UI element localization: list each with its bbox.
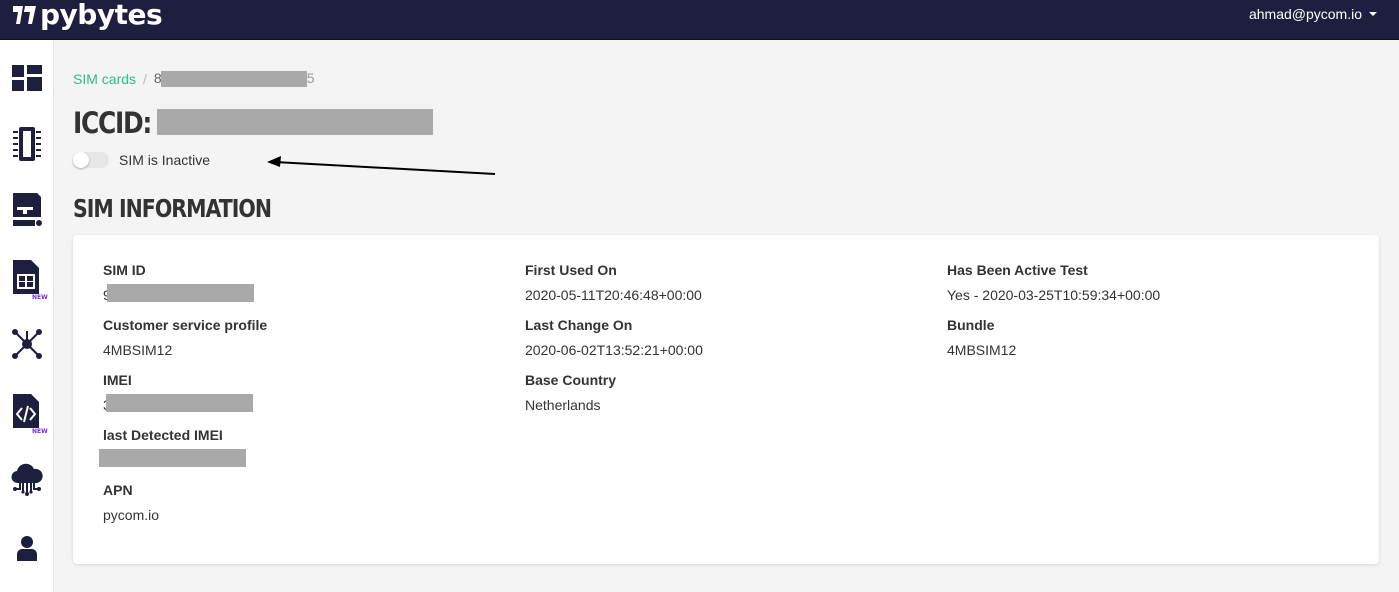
user-email: ahmad@pycom.io xyxy=(1248,6,1362,22)
field-value-last-change-on: 2020-06-02T13:52:21+00:00 xyxy=(525,342,703,358)
annotation-arrow xyxy=(267,156,496,175)
field-value-has-been-active-test: Yes - 2020-03-25T10:59:34+00:00 xyxy=(947,287,1161,303)
sidebar-item-cloud[interactable] xyxy=(0,452,54,508)
breadcrumb-current-suffix: 5 xyxy=(306,70,315,86)
field-label-base-country: Base Country xyxy=(525,372,617,388)
sidebar-item-projects[interactable] xyxy=(0,182,54,238)
sidebar-item-code[interactable]: NEW xyxy=(0,384,54,440)
breadcrumb-current: 85 xyxy=(154,70,315,87)
field-value-last-detected-imei xyxy=(99,449,267,481)
info-column-1: SIM ID 9 Customer service profile 4MBSIM… xyxy=(99,261,268,536)
top-navbar: pybytes ahmad@pycom.io xyxy=(0,0,1399,40)
sim-status-row: SIM is Inactive xyxy=(73,152,210,168)
field-value-bundle: 4MBSIM12 xyxy=(947,342,1017,358)
info-column-3: Has Been Active Test Yes - 2020-03-25T10… xyxy=(947,261,1160,371)
toggle-knob xyxy=(73,152,89,168)
redacted-block xyxy=(157,109,433,135)
sidebar-item-integrations[interactable] xyxy=(0,316,54,372)
section-title: SIM INFORMATION xyxy=(73,194,272,223)
info-column-2: First Used On 2020-05-11T20:46:48+00:00 … xyxy=(525,261,703,426)
new-badge: NEW xyxy=(32,294,48,301)
pybytes-logo[interactable]: pybytes xyxy=(12,0,163,31)
field-label-sim-id: SIM ID xyxy=(103,262,146,278)
field-value-sim-id: 9 xyxy=(103,284,267,316)
cloud-network-icon xyxy=(11,463,43,496)
field-value-base-country: Netherlands xyxy=(525,397,601,413)
field-label-apn: APN xyxy=(103,482,133,498)
sim-active-toggle[interactable] xyxy=(73,152,109,168)
sidebar-item-dashboard[interactable] xyxy=(0,50,54,106)
breadcrumb: SIM cards / 85 xyxy=(73,70,315,87)
sidebar: NEW NEW xyxy=(0,40,54,592)
field-value-first-used-on: 2020-05-11T20:46:48+00:00 xyxy=(525,287,702,303)
breadcrumb-sim-cards-link[interactable]: SIM cards xyxy=(73,71,136,87)
user-menu-dropdown[interactable]: ahmad@pycom.io xyxy=(1249,6,1377,22)
sidebar-item-sim-cards[interactable]: NEW xyxy=(0,250,54,306)
field-label-last-change-on: Last Change On xyxy=(525,317,633,333)
redacted-block xyxy=(106,394,253,412)
sidebar-item-devices[interactable] xyxy=(0,116,54,172)
field-label-customer-service-profile: Customer service profile xyxy=(103,317,268,333)
field-value-apn: pycom.io xyxy=(103,507,160,523)
chevron-down-icon xyxy=(1369,12,1377,16)
field-label-last-detected-imei: last Detected IMEI xyxy=(103,427,223,443)
sim-status-label: SIM is Inactive xyxy=(119,152,211,168)
devices-icon xyxy=(13,127,41,161)
breadcrumb-separator: / xyxy=(143,70,147,87)
user-icon xyxy=(17,536,37,561)
field-label-imei: IMEI xyxy=(103,372,132,388)
code-file-icon xyxy=(13,394,39,428)
sim-information-card: SIM ID 9 Customer service profile 4MBSIM… xyxy=(73,235,1379,564)
dashboard-icon xyxy=(12,65,42,91)
field-label-bundle: Bundle xyxy=(947,317,995,333)
redacted-block xyxy=(99,449,246,467)
field-value-customer-service-profile: 4MBSIM12 xyxy=(103,342,173,358)
sidebar-item-account[interactable] xyxy=(0,520,54,576)
projects-icon xyxy=(13,193,42,226)
sim-card-icon xyxy=(13,260,39,294)
pybytes-logo-icon xyxy=(13,6,36,24)
brand-name: pybytes xyxy=(40,0,163,31)
field-value-imei: 3 xyxy=(103,394,267,426)
main-content: SIM cards / 85 ICCID: 89 SIM is Inactive… xyxy=(55,40,1399,592)
field-label-first-used-on: First Used On xyxy=(525,262,617,278)
redacted-block xyxy=(160,71,307,87)
field-label-has-been-active-test: Has Been Active Test xyxy=(947,262,1088,278)
integrations-icon xyxy=(12,329,42,359)
redacted-block xyxy=(107,284,254,302)
new-badge: NEW xyxy=(32,428,48,435)
